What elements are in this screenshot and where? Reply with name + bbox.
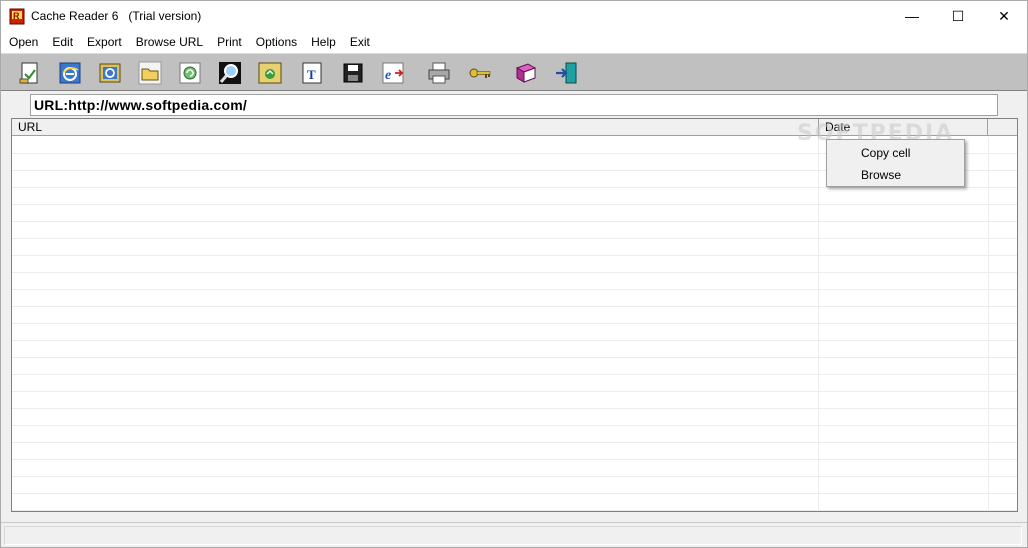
menu-exit[interactable]: Exit <box>343 31 377 53</box>
table-row[interactable] <box>12 222 1017 239</box>
table-row[interactable] <box>12 188 1017 205</box>
sync-folder-icon[interactable] <box>257 60 283 86</box>
save-icon[interactable] <box>340 60 366 86</box>
table-row[interactable] <box>12 460 1017 477</box>
search-icon[interactable] <box>217 60 243 86</box>
menu-export[interactable]: Export <box>80 31 129 53</box>
toolbar: T e <box>1 53 1027 91</box>
table-row[interactable] <box>12 443 1017 460</box>
ie-cache-icon[interactable] <box>97 60 123 86</box>
maximize-button[interactable]: ☐ <box>935 1 981 31</box>
table-row[interactable] <box>12 392 1017 409</box>
url-bar-area: URL:http://www.softpedia.com/ <box>1 91 1027 117</box>
context-menu: Copy cell Browse <box>826 139 965 187</box>
exit-icon[interactable] <box>553 60 579 86</box>
key-icon[interactable] <box>467 60 493 86</box>
table-row[interactable] <box>12 341 1017 358</box>
table-row[interactable] <box>12 358 1017 375</box>
table-row[interactable] <box>12 273 1017 290</box>
svg-text:R: R <box>13 11 20 21</box>
table-row[interactable] <box>12 205 1017 222</box>
status-panel <box>4 526 1022 545</box>
app-window: R Cache Reader 6 (Trial version) — ☐ ✕ O… <box>0 0 1028 548</box>
internet-explorer-icon[interactable] <box>57 60 83 86</box>
minimize-button[interactable]: — <box>889 1 935 31</box>
svg-text:T: T <box>307 67 316 82</box>
help-book-icon[interactable] <box>513 60 539 86</box>
window-title: Cache Reader 6 (Trial version) <box>31 9 202 23</box>
table-row[interactable] <box>12 256 1017 273</box>
column-header-url[interactable]: URL <box>12 119 819 136</box>
title-bar: R Cache Reader 6 (Trial version) — ☐ ✕ <box>1 1 1027 31</box>
close-button[interactable]: ✕ <box>981 1 1027 31</box>
table-row[interactable] <box>12 409 1017 426</box>
table-row[interactable] <box>12 290 1017 307</box>
column-divider <box>818 137 819 511</box>
menu-help[interactable]: Help <box>304 31 343 53</box>
folder-icon[interactable] <box>137 60 163 86</box>
url-field[interactable]: URL:http://www.softpedia.com/ <box>30 94 998 116</box>
refresh-cache-icon[interactable] <box>177 60 203 86</box>
table-row[interactable] <box>12 324 1017 341</box>
menu-bar: Open Edit Export Browse URL Print Option… <box>1 31 1027 53</box>
open-file-icon[interactable] <box>17 60 43 86</box>
grid-body <box>12 137 1017 511</box>
menu-browse-url[interactable]: Browse URL <box>129 31 210 53</box>
table-row[interactable] <box>12 239 1017 256</box>
app-logo-icon: R <box>9 7 26 25</box>
context-menu-copy-cell[interactable]: Copy cell <box>827 142 964 164</box>
print-icon[interactable] <box>426 60 452 86</box>
table-row[interactable] <box>12 307 1017 324</box>
column-divider <box>988 137 989 511</box>
status-bar <box>1 522 1027 547</box>
text-icon[interactable]: T <box>299 60 325 86</box>
menu-open[interactable]: Open <box>1 31 45 53</box>
table-row[interactable] <box>12 426 1017 443</box>
table-row[interactable] <box>12 494 1017 511</box>
table-row[interactable] <box>12 375 1017 392</box>
svg-text:e: e <box>385 68 391 83</box>
menu-edit[interactable]: Edit <box>45 31 80 53</box>
context-menu-browse[interactable]: Browse <box>827 164 964 186</box>
table-row[interactable] <box>12 477 1017 494</box>
ie-export-icon[interactable]: e <box>380 60 406 86</box>
menu-options[interactable]: Options <box>249 31 304 53</box>
menu-print[interactable]: Print <box>210 31 249 53</box>
